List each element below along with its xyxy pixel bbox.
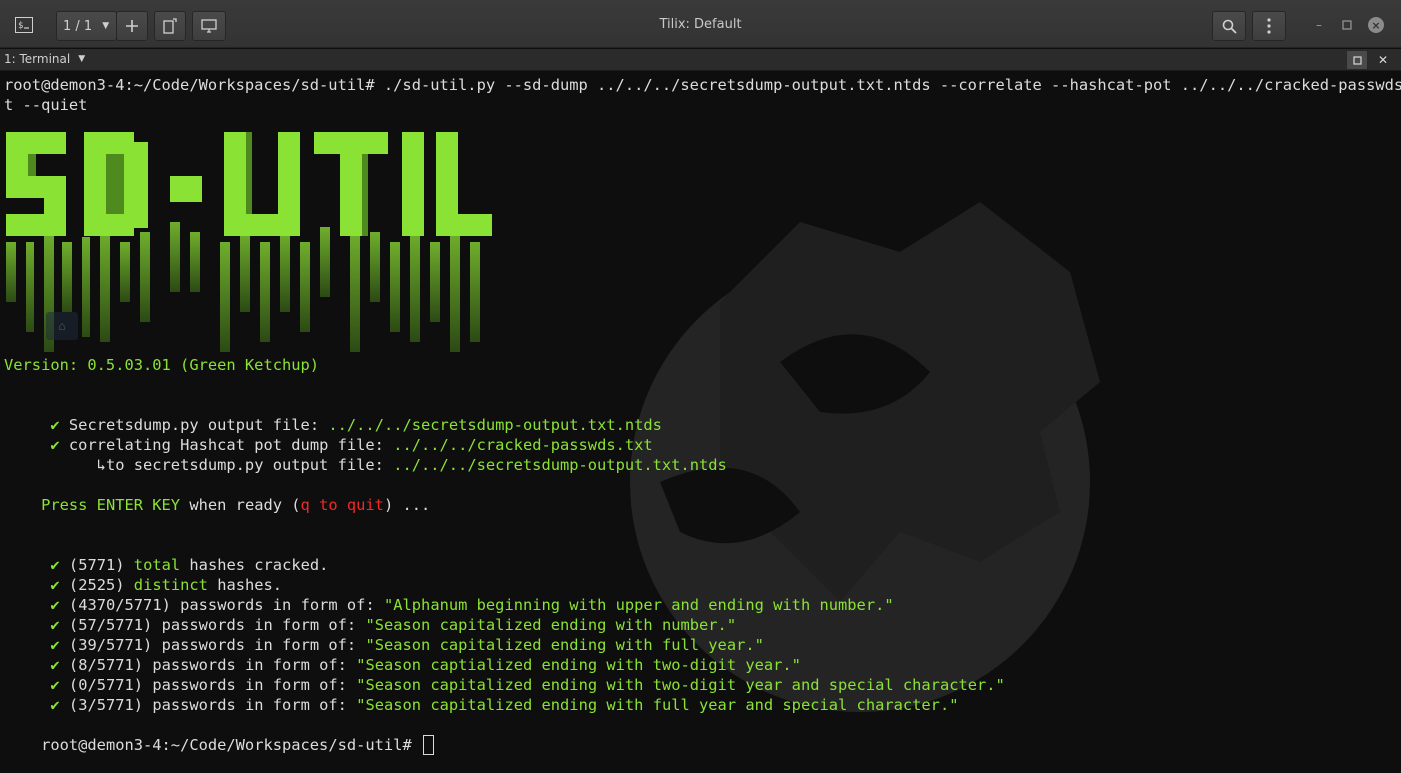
session-selector-label: 1 / 1 xyxy=(63,18,93,34)
maximize-icon xyxy=(1352,55,1362,65)
session-selector[interactable]: 1 / 1 ▼ xyxy=(56,11,117,41)
minimize-icon: – xyxy=(1316,18,1322,32)
close-icon: × xyxy=(1368,17,1384,33)
press-enter-text: Press ENTER KEY xyxy=(41,496,181,514)
form-text: passwords in form of: xyxy=(143,696,357,714)
menu-button[interactable] xyxy=(1252,11,1286,41)
when-ready-text: when ready ( xyxy=(180,496,301,514)
terminal-tab-label: 1: Terminal xyxy=(4,52,71,66)
command-line: root@demon3-4:~/Code/Workspaces/sd-util#… xyxy=(4,76,1401,94)
maximize-terminal-button[interactable] xyxy=(1346,50,1368,70)
split-down-icon xyxy=(201,19,217,33)
svg-text:$: $ xyxy=(18,21,23,31)
maximize-button[interactable] xyxy=(1338,16,1356,34)
close-icon: ✕ xyxy=(1377,53,1389,67)
form-result-line: ✔ (3/5771) passwords in form of: "Season… xyxy=(4,675,958,714)
window-close-button[interactable]: × xyxy=(1367,16,1385,34)
form-result-line: ✔ (39/5771) passwords in form of: "Seaso… xyxy=(4,615,764,654)
correlate-target-line: ↳to secretsdump.py output file: ../../..… xyxy=(4,435,727,474)
shell-prompt: root@demon3-4:~/Code/Workspaces/sd-util# xyxy=(41,736,421,754)
form-description: "Season capitalized ending with full yea… xyxy=(356,696,959,714)
vertical-dots-icon xyxy=(1267,18,1271,34)
ready-end-text: ) ... xyxy=(383,496,431,514)
form-result-line: ✔ (4370/5771) passwords in form of: "Alp… xyxy=(4,575,893,614)
minimize-button[interactable]: – xyxy=(1310,16,1328,34)
check-icon: ✔ xyxy=(50,696,60,714)
maximize-icon xyxy=(1342,20,1352,30)
plus-icon xyxy=(126,20,138,32)
command-line-wrap: t --quiet xyxy=(4,96,88,114)
secretsdump-line: ✔ Secretsdump.py output file: ../../../s… xyxy=(4,395,662,434)
form-result-line: ✔ (0/5771) passwords in form of: "Season… xyxy=(4,655,1004,694)
window-titlebar: $ 1 / 1 ▼ Tilix: Default – × xyxy=(0,0,1401,48)
close-terminal-button[interactable]: ✕ xyxy=(1372,50,1394,70)
form-result-line: ✔ (57/5771) passwords in form of: "Seaso… xyxy=(4,595,736,634)
quit-hint: q to quit xyxy=(300,496,384,514)
form-result-line: ✔ (8/5771) passwords in form of: "Season… xyxy=(4,635,801,674)
hashcat-line: ✔ correlating Hashcat pot dump file: ../… xyxy=(4,415,652,454)
correlate-target-path: ../../../secretsdump-output.txt.ntds xyxy=(393,456,727,474)
form-count: (3/5771) xyxy=(68,696,144,714)
terminal-tabbar: 1: Terminal ▼ ✕ xyxy=(0,49,1401,71)
text-cursor xyxy=(422,735,434,755)
version-text: Version: 0.5.03.01 (Green Ketchup) xyxy=(4,356,320,374)
press-enter-line: Press ENTER KEY when ready (q to quit) .… xyxy=(4,475,430,514)
add-terminal-button[interactable] xyxy=(116,11,148,41)
chevron-down-icon: ▼ xyxy=(102,21,110,31)
terminal-app-icon[interactable]: $ xyxy=(14,15,34,35)
result-line: ✔ (2525) distinct hashes. xyxy=(4,555,282,594)
search-icon xyxy=(1222,19,1237,34)
desktop-home-icon: ⌂ xyxy=(46,312,78,340)
chevron-down-icon: ▼ xyxy=(78,54,86,64)
correlate-target-label: ↳to secretsdump.py output file: xyxy=(41,456,394,474)
terminal-output[interactable]: root@demon3-4:~/Code/Workspaces/sd-util#… xyxy=(0,72,1401,773)
split-right-icon xyxy=(163,18,177,34)
terminal-tab-menu[interactable]: 1: Terminal ▼ xyxy=(4,52,85,66)
shell-prompt-line[interactable]: root@demon3-4:~/Code/Workspaces/sd-util# xyxy=(4,715,434,755)
add-terminal-right-button[interactable] xyxy=(154,11,186,41)
find-button[interactable] xyxy=(1212,11,1246,41)
result-line: ✔ (5771) total hashes cracked. xyxy=(4,535,328,574)
add-terminal-down-button[interactable] xyxy=(192,11,226,41)
